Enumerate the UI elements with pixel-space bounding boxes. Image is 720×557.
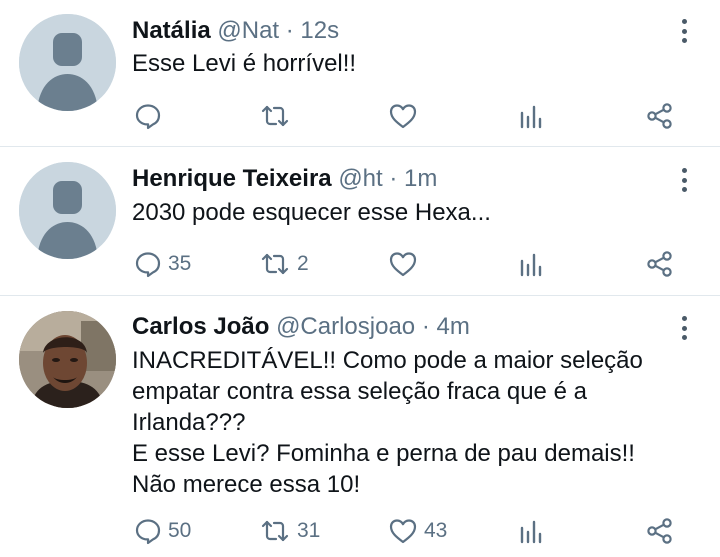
tweet-text: INACREDITÁVEL!! Como pode a maior seleçã… (132, 345, 702, 500)
retweet-icon (261, 105, 289, 127)
retweet-count: 2 (297, 252, 309, 275)
reply-count: 35 (168, 252, 192, 275)
retweet-count: 31 (297, 519, 321, 542)
tweet-header: Carlos João @Carlosjoao · 4m (132, 312, 470, 342)
reply-button[interactable] (134, 101, 168, 131)
avatar[interactable] (19, 14, 116, 111)
reply-count: 50 (168, 519, 192, 542)
tweet-text-line: 2030 pode esquecer esse Hexa... (132, 199, 491, 226)
separator: · (279, 17, 301, 44)
share-button[interactable] (645, 516, 675, 546)
retweet-icon (261, 520, 289, 542)
reply-button[interactable]: 50 (134, 516, 191, 546)
tweet-text-line: Esse Levi é horrível!! (132, 50, 357, 77)
author-handle[interactable]: @ht (338, 165, 382, 192)
retweet-button[interactable]: 31 (259, 516, 320, 546)
tweet-text-line: Não merece essa 10! (132, 471, 361, 498)
retweet-button[interactable] (259, 101, 297, 131)
like-button[interactable]: 43 (388, 516, 447, 546)
analytics-button[interactable] (518, 101, 544, 131)
analytics-button[interactable] (518, 516, 544, 546)
like-count: 43 (424, 519, 448, 542)
tweet[interactable]: Carlos João @Carlosjoao · 4m INACREDITÁV… (0, 296, 720, 557)
like-button[interactable] (388, 101, 424, 131)
avatar[interactable] (19, 311, 116, 408)
photo-avatar-icon (19, 311, 116, 408)
retweet-icon (261, 253, 289, 275)
tweet-actions: 35 2 (132, 249, 680, 279)
reply-icon (135, 104, 161, 130)
share-icon (647, 103, 672, 129)
timestamp[interactable]: 12s (300, 17, 339, 44)
reply-icon (135, 252, 161, 278)
tweet-header: Henrique Teixeira @ht · 1m (132, 164, 437, 194)
tweet-text-line: Irlanda??? (132, 409, 246, 436)
author-name[interactable]: Henrique Teixeira (132, 165, 332, 192)
like-icon (389, 519, 417, 544)
tweet-text-line: INACREDITÁVEL!! Como pode a maior seleçã… (132, 347, 643, 374)
tweet[interactable]: Natália @Nat · 12s Esse Levi é horrível!… (0, 0, 720, 147)
analytics-icon (520, 520, 542, 544)
default-avatar-icon (19, 14, 116, 111)
tweet-header: Natália @Nat · 12s (132, 16, 339, 46)
author-name[interactable]: Natália (132, 17, 211, 44)
like-icon (389, 104, 417, 129)
tweet-text-line: empatar contra essa seleção fraca que é … (132, 378, 587, 405)
reply-icon (135, 519, 161, 545)
separator: · (415, 313, 437, 340)
analytics-icon (520, 105, 542, 129)
author-name[interactable]: Carlos João (132, 313, 269, 340)
like-button[interactable] (388, 249, 424, 279)
more-icon[interactable] (678, 165, 690, 195)
avatar[interactable] (19, 162, 116, 259)
separator: · (382, 165, 405, 192)
tweet[interactable]: Henrique Teixeira @ht · 1m 2030 pode esq… (0, 147, 720, 296)
author-handle[interactable]: @Carlosjoao (276, 313, 415, 340)
analytics-icon (520, 253, 542, 277)
more-icon[interactable] (678, 16, 690, 46)
default-avatar-icon (19, 162, 116, 259)
timestamp[interactable]: 1m (404, 165, 437, 192)
tweet-text: 2030 pode esquecer esse Hexa... (132, 197, 702, 228)
timestamp[interactable]: 4m (436, 313, 469, 340)
share-button[interactable] (645, 249, 675, 279)
tweet-text: Esse Levi é horrível!! (132, 48, 702, 79)
more-icon[interactable] (678, 313, 690, 343)
reply-button[interactable]: 35 (134, 249, 191, 279)
author-handle[interactable]: @Nat (217, 17, 279, 44)
share-button[interactable] (645, 101, 675, 131)
tweet-actions: 50 31 43 (132, 516, 680, 546)
retweet-button[interactable]: 2 (259, 249, 309, 279)
analytics-button[interactable] (518, 249, 544, 279)
like-icon (389, 252, 417, 277)
share-icon (647, 518, 672, 544)
tweet-text-line: E esse Levi? Fominha e perna de pau dema… (132, 440, 635, 467)
share-icon (647, 251, 672, 277)
tweet-actions (132, 101, 680, 131)
